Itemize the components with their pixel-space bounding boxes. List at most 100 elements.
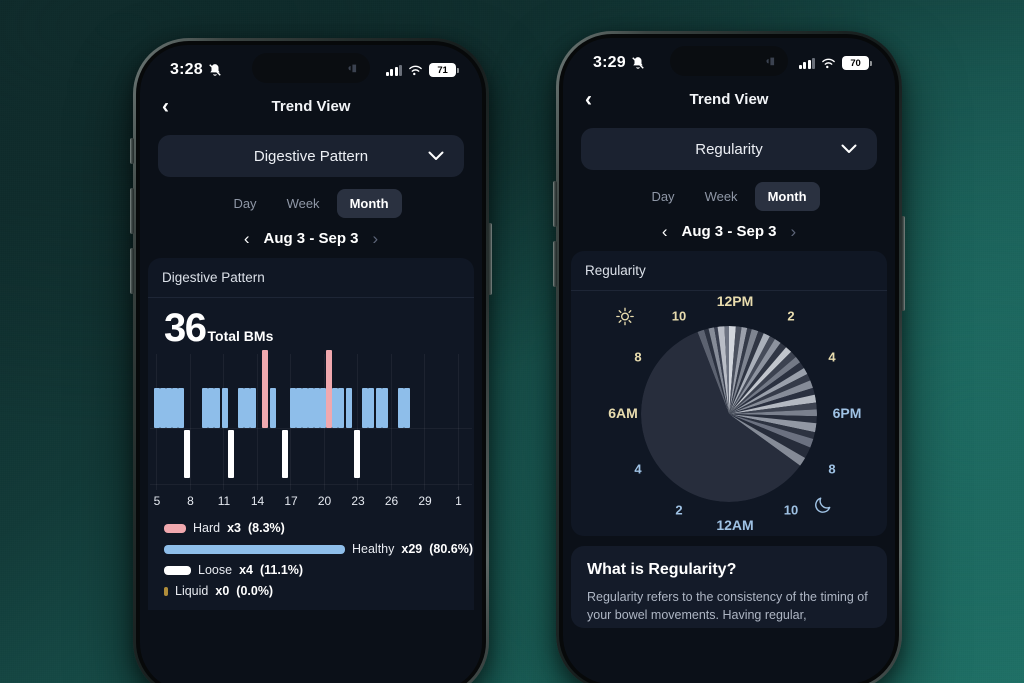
metric-selector-value-right: Regularity [695, 140, 763, 158]
status-indicators-right: 70 [798, 56, 872, 70]
status-bar-right: 3:29 ◖▮ 70 [563, 38, 895, 78]
volume-up-button-left[interactable] [130, 188, 134, 234]
clock-hour-label: 8 [634, 349, 642, 365]
dynamic-island-left: ◖▮ [252, 53, 370, 83]
chart-bar[interactable] [202, 388, 208, 428]
clock-hour-label: 2 [675, 502, 683, 518]
chart-bar[interactable] [338, 388, 344, 428]
clock-hour-label: 6PM [832, 405, 862, 421]
chart-bar[interactable] [398, 388, 404, 428]
chart-bar[interactable] [222, 388, 228, 428]
page-title-right: Trend View [689, 90, 769, 108]
range-segmented-control-right[interactable]: Day Week Month [563, 182, 895, 211]
chart-baseline [150, 428, 472, 429]
clock-hour-label: 4 [634, 461, 642, 477]
legend-row: Liquid x0 (0.0%) [164, 584, 474, 598]
chart-bar[interactable] [346, 388, 352, 428]
clock-hour-label: 12AM [716, 517, 754, 533]
chart-bar[interactable] [326, 350, 332, 428]
chart-bar[interactable] [282, 430, 288, 478]
segment-week-left[interactable]: Week [274, 189, 333, 218]
volume-down-button-left[interactable] [130, 248, 134, 294]
range-segmented-control-left[interactable]: Day Week Month [140, 189, 482, 218]
legend-swatch [164, 544, 345, 554]
chart-bar[interactable] [214, 388, 220, 428]
segment-day-right[interactable]: Day [638, 182, 687, 211]
volume-down-button-right[interactable] [553, 241, 557, 287]
chart-bar[interactable] [404, 388, 410, 428]
metric-selector-right[interactable]: Regularity [581, 128, 877, 170]
chart-bar[interactable] [238, 388, 244, 428]
chart-bar[interactable] [166, 388, 172, 428]
chart-bar[interactable] [382, 388, 388, 428]
legend-swatch [164, 586, 168, 596]
legend-label: Hard [193, 521, 221, 535]
moon-icon [813, 495, 833, 520]
chart-bar[interactable] [320, 388, 326, 428]
metric-selector-left[interactable]: Digestive Pattern [158, 135, 464, 177]
mute-switch-left[interactable] [130, 138, 134, 164]
power-button-left[interactable] [488, 223, 492, 295]
legend-percent: (11.1%) [259, 563, 304, 577]
chart-bar[interactable] [262, 350, 268, 428]
volume-up-button-right[interactable] [553, 181, 557, 227]
prev-range-button-right[interactable]: ‹ [662, 223, 668, 240]
segment-month-left[interactable]: Month [336, 189, 402, 218]
regularity-pie[interactable] [641, 325, 817, 502]
digestive-legend: Hard x3 (8.3%) Healthy x29 (80.6%) Loose x4 (11.… [148, 510, 474, 610]
chart-bar[interactable] [290, 388, 296, 428]
x-axis-tick-label: 5 [153, 494, 161, 508]
clock-hour-label: 6AM [608, 405, 638, 421]
chart-bar[interactable] [270, 388, 276, 428]
island-indicator-icon: ◖▮ [346, 62, 357, 74]
chart-bar[interactable] [244, 388, 250, 428]
chart-bar[interactable] [178, 388, 184, 428]
chart-bar[interactable] [354, 430, 360, 478]
regularity-clock-chart[interactable]: 12PM 2 4 6PM 8 10 12AM 2 4 6AM 8 10 [571, 291, 887, 536]
segment-day-left[interactable]: Day [220, 189, 269, 218]
chart-bar[interactable] [172, 388, 178, 428]
next-range-button-left[interactable]: › [373, 230, 379, 247]
total-bms-value: 36 [164, 306, 207, 350]
cellular-signal-icon [385, 64, 402, 76]
chart-baseline [150, 484, 472, 485]
chart-bar[interactable] [368, 388, 374, 428]
chart-gridline [189, 354, 191, 490]
chart-bar[interactable] [308, 388, 314, 428]
status-indicators-left: 71 [385, 63, 459, 77]
chart-bar[interactable] [296, 388, 302, 428]
chart-bar[interactable] [302, 388, 308, 428]
x-axis-tick-label: 23 [351, 494, 365, 508]
power-button-right[interactable] [901, 216, 905, 311]
legend-swatch [164, 523, 186, 533]
info-body: Regularity refers to the consistency of … [587, 590, 868, 623]
chart-bar[interactable] [228, 430, 234, 478]
chart-bar[interactable] [376, 388, 382, 428]
clock-hour-label: 10 [783, 502, 799, 518]
legend-label: Loose [198, 563, 233, 577]
date-range-nav-right: ‹ Aug 3 - Sep 3 › [563, 223, 895, 240]
chevron-down-icon [428, 151, 444, 160]
segment-week-right[interactable]: Week [692, 182, 751, 211]
legend-percent: (80.6%) [429, 542, 474, 556]
battery-level-text: 70 [850, 57, 861, 69]
chart-bar[interactable] [332, 388, 338, 428]
sun-icon [615, 307, 635, 332]
chart-bar[interactable] [362, 388, 368, 428]
cellular-signal-icon [798, 57, 815, 69]
chart-bar[interactable] [184, 430, 190, 478]
next-range-button-right[interactable]: › [791, 223, 797, 240]
digestive-bar-chart[interactable] [150, 350, 472, 490]
info-heading: What is Regularity? [587, 561, 737, 578]
total-bms-metric: 36 Total BMs [148, 298, 474, 354]
legend-swatch [164, 565, 191, 575]
x-axis-tick-label: 1 [455, 494, 462, 508]
prev-range-button-left[interactable]: ‹ [244, 230, 250, 247]
chart-bar[interactable] [154, 388, 160, 428]
chart-bar[interactable] [208, 388, 214, 428]
legend-count: x0 [215, 584, 230, 598]
chart-bar[interactable] [250, 388, 256, 428]
chart-bar[interactable] [160, 388, 166, 428]
segment-month-right[interactable]: Month [754, 182, 820, 211]
chart-bar[interactable] [314, 388, 320, 428]
